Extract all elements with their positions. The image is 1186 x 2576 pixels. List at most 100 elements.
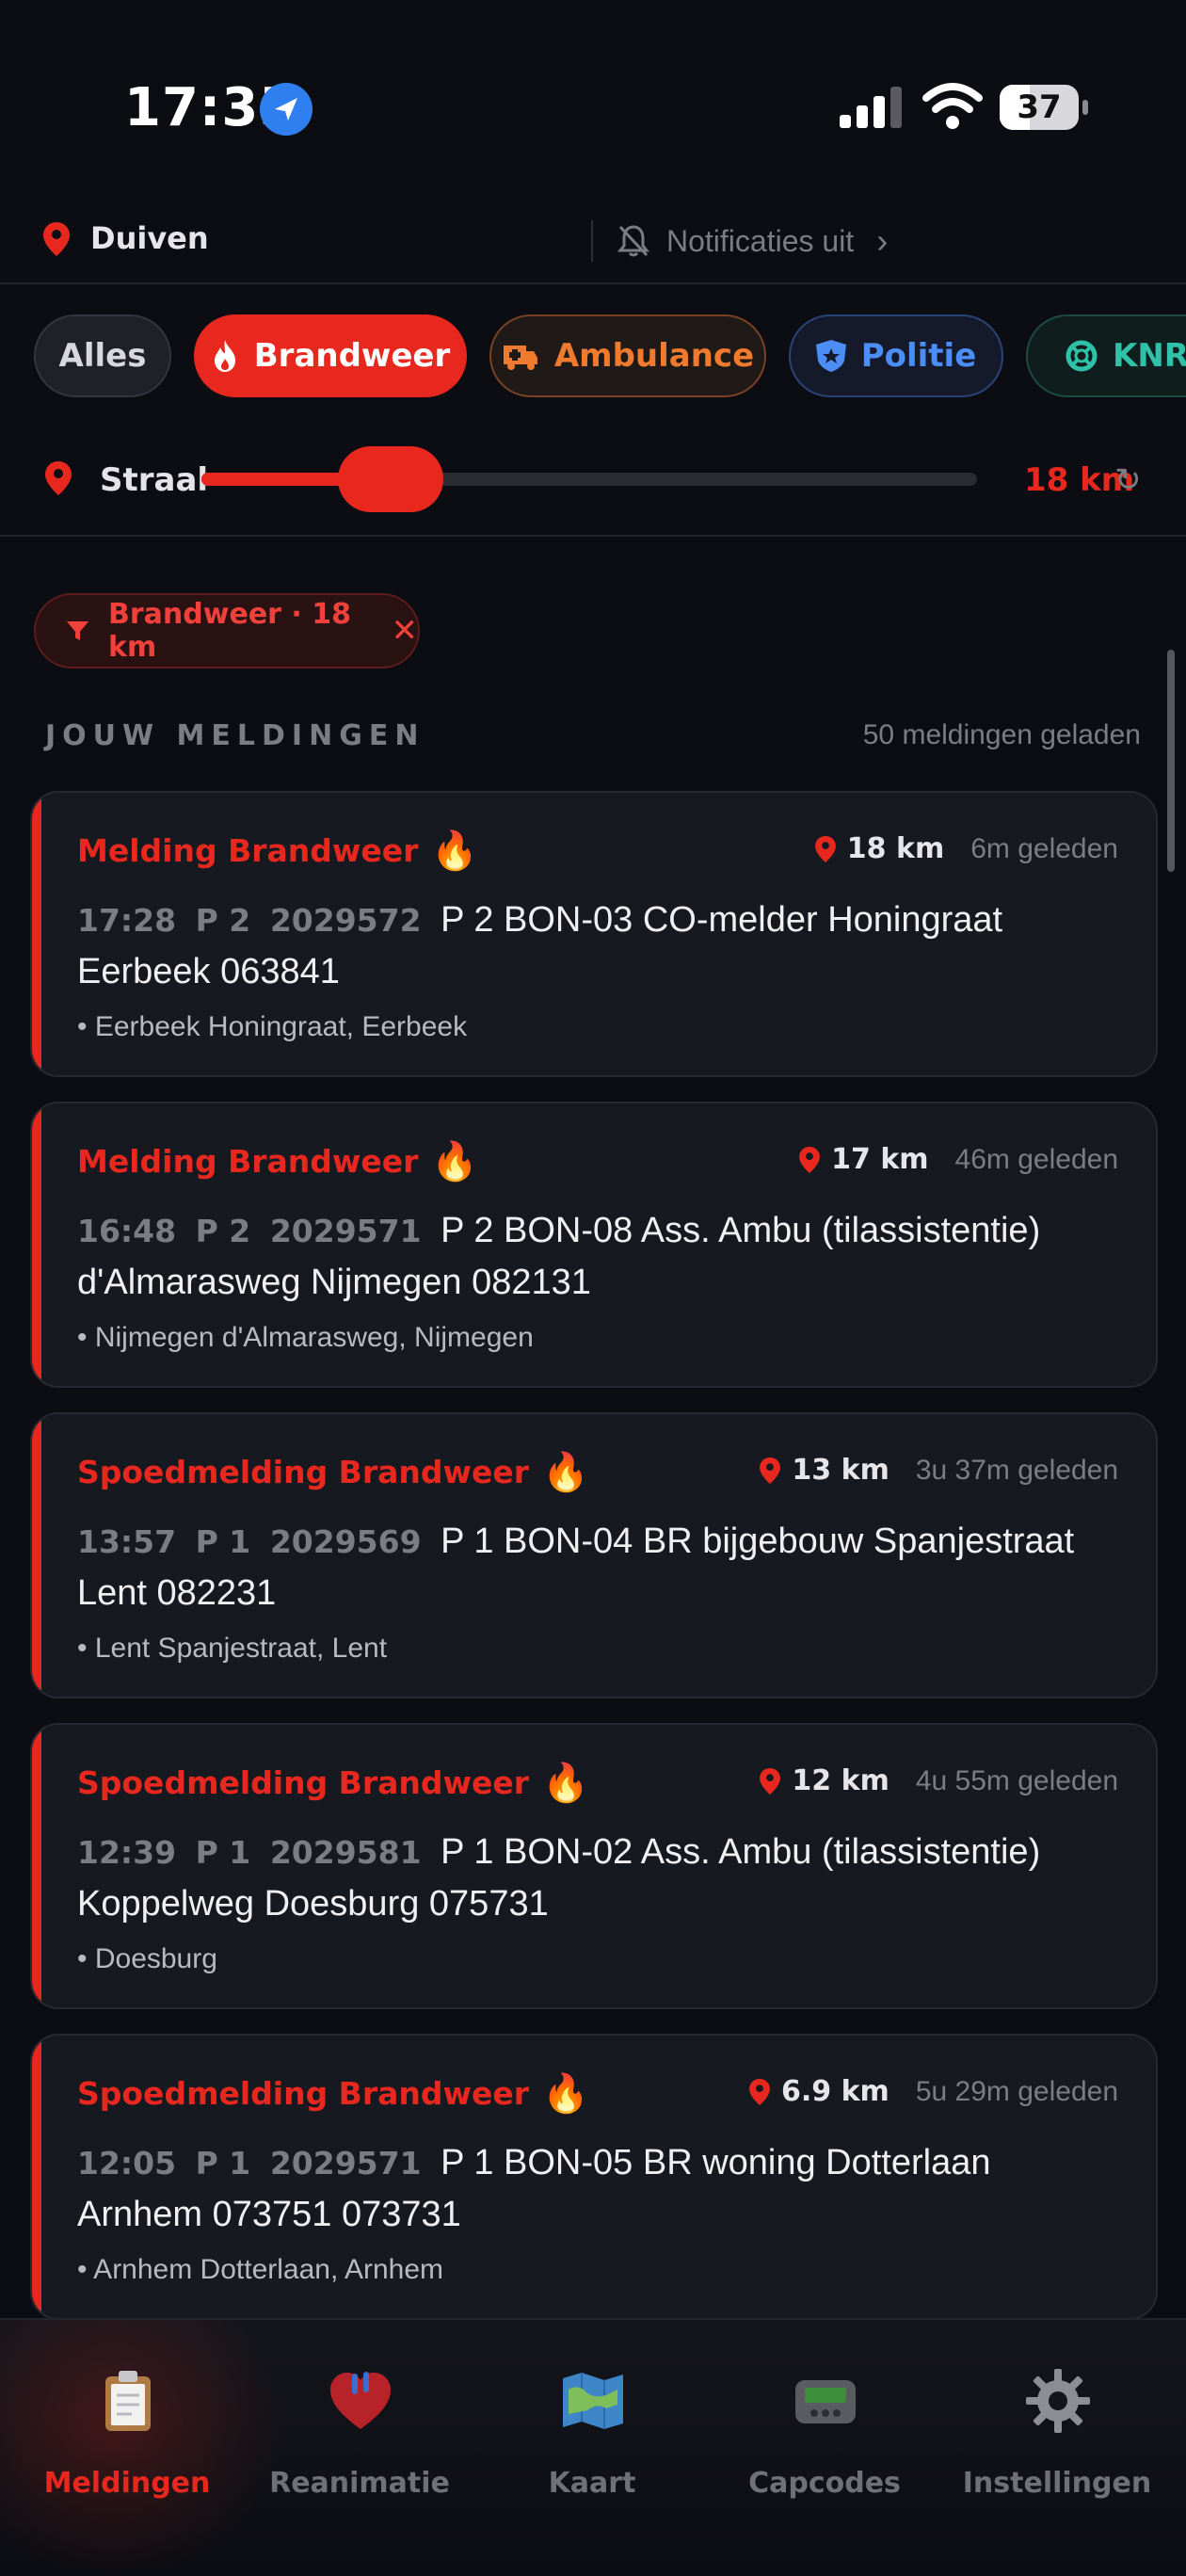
tab-label: Capcodes (748, 2467, 901, 2500)
flame-icon: 🔥 (542, 2072, 589, 2116)
card-distance-text: 6.9 km (781, 2075, 890, 2108)
category-chips: Alles Brandweer Ambulance Politie KNR (0, 311, 1186, 405)
tab-kaart[interactable]: Kaart (484, 2348, 700, 2536)
flame-icon: 🔥 (542, 1762, 589, 1805)
alert-card[interactable]: Spoedmelding Brandweer 🔥 12 km 4u 55m ge… (30, 1723, 1158, 2009)
card-address: • Lent Spanjestraat, Lent (77, 1633, 388, 1664)
card-meta: 13 km 3u 37m geleden (760, 1454, 1118, 1487)
location-pin-icon (760, 1457, 781, 1484)
chip-politie[interactable]: Politie (789, 314, 1003, 397)
card-message: 12:05 P 1 2029571 P 1 BON-05 BR woning D… (77, 2137, 1113, 2240)
chip-brandweer[interactable]: Brandweer (194, 314, 467, 397)
bell-off-icon (617, 225, 649, 257)
flame-icon: 🔥 (431, 1140, 479, 1183)
card-title-text: Spoedmelding Brandweer (77, 1764, 530, 1801)
section-count: 50 meldingen geladen (862, 719, 1141, 750)
card-time-ago: 3u 37m geleden (915, 1454, 1118, 1486)
wifi-icon (922, 83, 983, 129)
location-pin-icon (45, 461, 72, 495)
radius-label: Straal (100, 461, 209, 499)
card-meta: 18 km 6m geleden (814, 832, 1118, 865)
chip-label: Alles (58, 337, 147, 375)
police-badge-icon (815, 340, 846, 372)
card-priority: P 1 (195, 1834, 251, 1871)
card-distance: 6.9 km (749, 2075, 890, 2108)
chip-knrm[interactable]: KNRM (1026, 314, 1186, 397)
card-capcode: 2029571 (269, 2145, 422, 2182)
radius-slider-thumb[interactable] (338, 446, 444, 512)
location-arrow-icon (260, 83, 313, 136)
card-accent (32, 1414, 41, 1697)
location-name[interactable]: Duiven (90, 220, 209, 256)
battery-level: 37 (1017, 89, 1062, 126)
card-capcode: 2029571 (269, 1213, 422, 1249)
card-title: Spoedmelding Brandweer 🔥 (77, 1450, 589, 1494)
card-capcode: 2029581 (269, 1834, 422, 1871)
cellular-signal-icon (840, 87, 902, 128)
chip-ambulance[interactable]: Ambulance (489, 314, 766, 397)
scrollbar[interactable] (1167, 650, 1175, 872)
chip-label: KNRM (1113, 337, 1186, 375)
chip-alles[interactable]: Alles (34, 314, 171, 397)
radius-control: Straal 18 km ↻ (0, 433, 1186, 537)
card-time-ago: 4u 55m geleden (915, 1764, 1118, 1796)
map-icon (563, 2373, 623, 2429)
card-meta: 12 km 4u 55m geleden (760, 1764, 1118, 1797)
alert-card[interactable]: Spoedmelding Brandweer 🔥 6.9 km 5u 29m g… (30, 2034, 1158, 2320)
radius-slider-track[interactable] (201, 446, 977, 512)
alert-card[interactable]: Melding Brandweer 🔥 17 km 46m geleden 16… (30, 1102, 1158, 1388)
card-time: 13:57 (77, 1523, 177, 1560)
filter-icon (66, 620, 89, 641)
tab-reanimatie[interactable]: Reanimatie (251, 2348, 468, 2536)
alert-card[interactable]: Spoedmelding Brandweer 🔥 13 km 3u 37m ge… (30, 1412, 1158, 1699)
alert-card[interactable]: Melding Brandweer 🔥 18 km 6m geleden 17:… (30, 791, 1158, 1077)
tab-capcodes[interactable]: Capcodes (716, 2348, 933, 2536)
card-distance-text: 12 km (792, 1764, 890, 1797)
card-accent (32, 1725, 41, 2007)
ambulance-icon (503, 346, 537, 370)
heart-icon (330, 2372, 391, 2429)
active-filter-pill[interactable]: Brandweer · 18 km ✕ (34, 593, 420, 668)
card-title: Melding Brandweer 🔥 (77, 829, 478, 873)
card-distance-text: 13 km (792, 1454, 890, 1487)
card-priority: P 2 (195, 902, 251, 939)
card-distance-text: 18 km (846, 832, 945, 865)
card-priority: P 1 (195, 2145, 251, 2182)
tab-label: Kaart (548, 2467, 636, 2500)
location-pin-icon (43, 222, 70, 256)
location-row: Duiven Notificaties uit › (0, 198, 1186, 284)
card-title: Melding Brandweer 🔥 (77, 1139, 478, 1183)
location-pin-icon (749, 2078, 770, 2105)
tab-instellingen[interactable]: Instellingen (949, 2348, 1165, 2536)
tab-meldingen[interactable]: Meldingen (19, 2348, 235, 2536)
card-accent (32, 793, 41, 1075)
clear-filter-icon[interactable]: ✕ (392, 612, 419, 650)
card-accent (32, 1103, 41, 1386)
location-pin-icon (799, 1146, 821, 1173)
card-message: 17:28 P 2 2029572 P 2 BON-03 CO-melder H… (77, 894, 1113, 997)
pager-icon (795, 2380, 856, 2423)
card-time: 17:28 (77, 902, 177, 939)
card-address: • Arnhem Dotterlaan, Arnhem (77, 2254, 444, 2285)
chevron-right-icon: › (876, 221, 889, 260)
notifications-toggle[interactable]: Notificaties uit › (617, 213, 888, 269)
card-address: • Eerbeek Honingraat, Eerbeek (77, 1011, 468, 1042)
chip-label: Brandweer (253, 337, 451, 375)
card-address: • Doesburg (77, 1943, 217, 1974)
reset-icon[interactable]: ↻ (1114, 461, 1142, 499)
card-capcode: 2029572 (269, 902, 422, 939)
card-capcode: 2029569 (269, 1523, 422, 1560)
section-title: JOUW MELDINGEN (45, 719, 425, 752)
card-priority: P 2 (195, 1213, 251, 1249)
gear-icon (1026, 2369, 1090, 2433)
card-time-ago: 46m geleden (954, 1143, 1118, 1175)
location-pin-icon (814, 835, 836, 862)
lifebuoy-icon (1066, 340, 1098, 372)
clipboard-icon (105, 2371, 151, 2431)
card-distance-text: 17 km (831, 1143, 929, 1176)
card-meta: 17 km 46m geleden (799, 1143, 1118, 1176)
divider (591, 220, 593, 262)
card-distance: 12 km (760, 1764, 890, 1797)
tab-label: Reanimatie (269, 2467, 450, 2500)
tab-label: Instellingen (962, 2467, 1152, 2500)
